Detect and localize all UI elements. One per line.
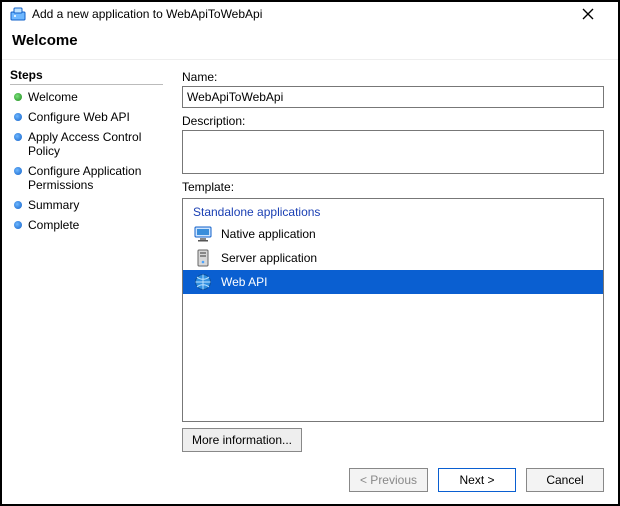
template-option-server-application[interactable]: Server application	[183, 246, 603, 270]
step-apply-access-control-policy[interactable]: Apply Access Control Policy	[10, 127, 163, 161]
step-label: Welcome	[28, 90, 78, 104]
cancel-button[interactable]: Cancel	[526, 468, 604, 492]
step-summary[interactable]: Summary	[10, 195, 163, 215]
close-icon	[582, 8, 594, 20]
template-list: Standalone applications Native applicati…	[182, 198, 604, 422]
server-icon	[193, 249, 213, 267]
step-bullet-icon	[14, 221, 22, 229]
step-configure-application-permissions[interactable]: Configure Application Permissions	[10, 161, 163, 195]
app-icon	[10, 6, 26, 22]
step-complete[interactable]: Complete	[10, 215, 163, 235]
next-button[interactable]: Next >	[438, 468, 516, 492]
template-group-header: Standalone applications	[183, 205, 603, 222]
name-input[interactable]	[182, 86, 604, 108]
step-label: Summary	[28, 198, 79, 212]
template-option-native-application[interactable]: Native application	[183, 222, 603, 246]
step-label: Complete	[28, 218, 79, 232]
step-bullet-icon	[14, 133, 22, 141]
dialog-window: Add a new application to WebApiToWebApi …	[0, 0, 620, 506]
step-bullet-icon	[14, 167, 22, 175]
step-bullet-icon	[14, 113, 22, 121]
template-option-web-api[interactable]: Web API	[183, 270, 603, 294]
step-bullet-icon	[14, 201, 22, 209]
more-information-button[interactable]: More information...	[182, 428, 302, 452]
step-configure-web-api[interactable]: Configure Web API	[10, 107, 163, 127]
titlebar: Add a new application to WebApiToWebApi	[2, 2, 618, 26]
step-label: Configure Web API	[28, 110, 130, 124]
steps-heading: Steps	[10, 68, 163, 85]
step-bullet-icon	[14, 93, 22, 101]
previous-button: < Previous	[349, 468, 428, 492]
window-title: Add a new application to WebApiToWebApi	[32, 7, 582, 21]
dialog-footer: < Previous Next > Cancel	[2, 458, 618, 504]
description-input[interactable]	[182, 130, 604, 174]
steps-sidebar: Steps Welcome Configure Web API Apply Acce…	[2, 60, 172, 458]
template-option-label: Server application	[221, 251, 317, 265]
main-panel: Name: Description: Template: Standalone …	[172, 60, 618, 458]
step-label: Configure Application Permissions	[28, 164, 163, 192]
template-label: Template:	[182, 180, 604, 194]
monitor-icon	[193, 225, 213, 243]
template-option-label: Native application	[221, 227, 316, 241]
step-welcome[interactable]: Welcome	[10, 87, 163, 107]
page-heading-band: Welcome	[2, 26, 618, 60]
description-label: Description:	[182, 114, 604, 128]
step-label: Apply Access Control Policy	[28, 130, 163, 158]
name-label: Name:	[182, 70, 604, 84]
globe-icon	[193, 273, 213, 291]
page-title: Welcome	[12, 32, 608, 49]
close-button[interactable]	[582, 8, 610, 20]
template-option-label: Web API	[221, 275, 267, 289]
